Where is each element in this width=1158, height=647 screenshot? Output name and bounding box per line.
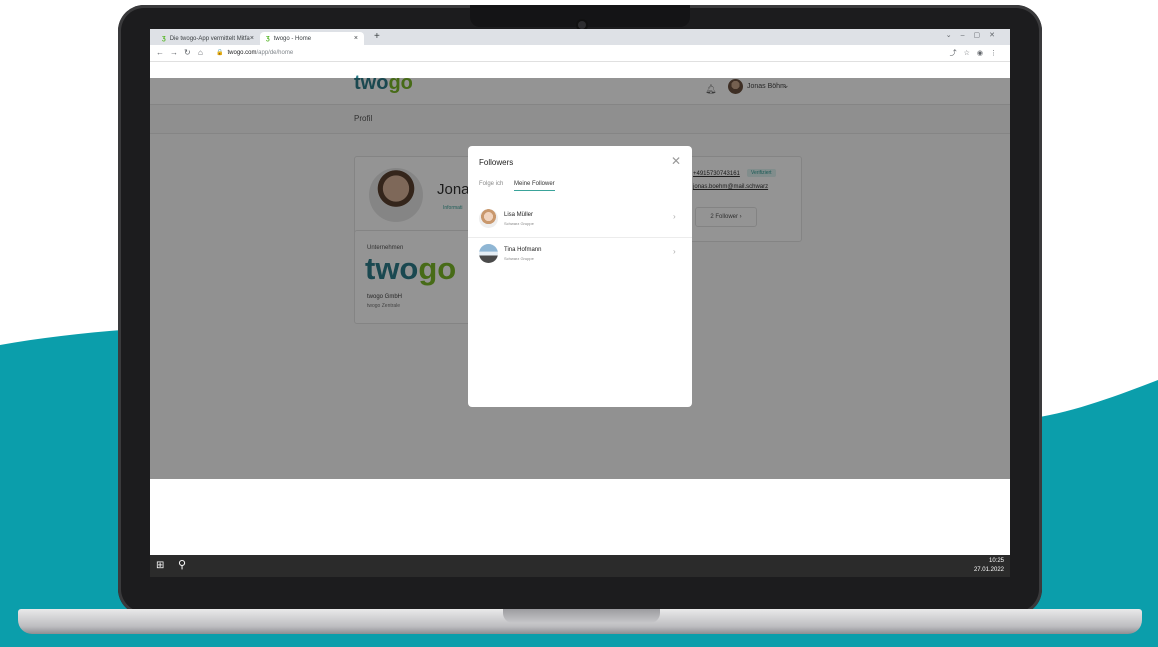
forward-icon[interactable]: → xyxy=(170,48,178,57)
url-path: /app/de/home xyxy=(256,50,294,56)
windows-start-icon[interactable]: ⊞ xyxy=(156,560,164,571)
chevron-right-icon: › xyxy=(673,212,676,221)
lock-icon: 🔒 xyxy=(216,50,224,56)
back-icon[interactable]: ← xyxy=(156,48,164,57)
reload-icon[interactable]: ↻ xyxy=(184,48,191,57)
close-icon[interactable]: ✕ xyxy=(671,154,681,168)
modal-title: Followers xyxy=(479,158,514,167)
browser-tab-1[interactable]: ʒ Die twogo-App vermittelt Mitfa × xyxy=(156,32,260,45)
web-page: twogo 🔔︎ Jonas Böhm ⌄ Profil Jonas Infor… xyxy=(150,72,1010,479)
avatar xyxy=(479,244,498,263)
list-item[interactable]: Lisa Müller Schwarz Gruppe › xyxy=(468,203,692,238)
tab-label: twogo - Home xyxy=(273,35,312,42)
twogo-favicon-icon: ʒ xyxy=(162,35,166,42)
browser-actions[interactable]: ⤴☆◉⋮ xyxy=(950,48,1004,58)
chevron-right-icon: › xyxy=(673,247,676,256)
followers-modal: Followers ✕ Folge ich Meine Follower Lis… xyxy=(468,146,692,407)
address-bar: ← → ↻ ⌂ 🔒 twogo.com/app/de/home ⤴☆◉⋮ xyxy=(150,45,1010,62)
search-icon[interactable]: ⚲ xyxy=(178,558,186,571)
url-host: twogo.com xyxy=(227,50,257,56)
new-tab-icon[interactable]: + xyxy=(374,31,380,42)
follower-group: Schwarz Gruppe xyxy=(504,256,534,261)
follower-name: Tina Hofmann xyxy=(504,247,542,253)
clock-time: 10:25 xyxy=(988,558,1004,564)
twogo-favicon-icon: ʒ xyxy=(266,35,270,42)
list-item[interactable]: Tina Hofmann Schwarz Gruppe › xyxy=(468,238,692,272)
home-icon[interactable]: ⌂ xyxy=(198,48,203,57)
close-tab-icon[interactable]: × xyxy=(250,35,254,42)
clock-date: 27.01.2022 xyxy=(973,567,1004,573)
taskbar-clock[interactable]: 10:25 27.01.2022 xyxy=(974,557,1004,575)
close-tab-icon[interactable]: × xyxy=(354,35,358,42)
follower-name: Lisa Müller xyxy=(504,212,534,218)
window-controls[interactable]: ⌄–▢✕ xyxy=(946,31,1004,39)
tab-label: Die twogo-App vermittelt Mitfa xyxy=(169,35,250,42)
browser-tab-bar: ʒ Die twogo-App vermittelt Mitfa × ʒ two… xyxy=(150,29,1010,45)
avatar xyxy=(479,209,498,228)
webcam xyxy=(578,21,586,29)
laptop-base-notch xyxy=(503,609,660,623)
tab-meine-follower[interactable]: Meine Follower xyxy=(514,181,555,191)
windows-taskbar: ⊞ ⚲ 10:25 27.01.2022 xyxy=(150,555,1010,577)
url-field[interactable]: 🔒 twogo.com/app/de/home xyxy=(216,49,293,56)
tab-folge-ich[interactable]: Folge ich xyxy=(479,181,503,187)
laptop-screen: ʒ Die twogo-App vermittelt Mitfa × ʒ two… xyxy=(150,29,1010,577)
browser-tab-2[interactable]: ʒ twogo - Home × xyxy=(260,32,364,45)
follower-group: Schwarz Gruppe xyxy=(504,221,534,226)
